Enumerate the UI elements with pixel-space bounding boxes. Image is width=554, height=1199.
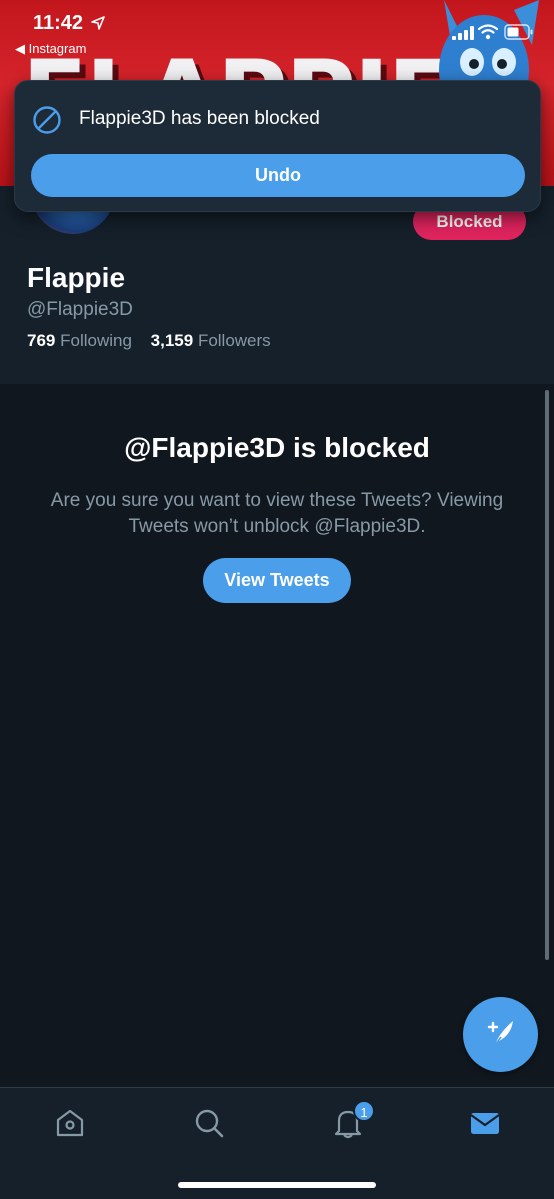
status-time: 11:42 xyxy=(33,12,84,34)
block-icon xyxy=(33,106,61,134)
tab-search[interactable] xyxy=(192,1106,226,1140)
home-icon xyxy=(56,1109,84,1137)
following-stat[interactable]: 769 Following xyxy=(27,331,132,350)
view-tweets-button[interactable]: View Tweets xyxy=(203,558,351,603)
profile-header: Blocked Flappie @Flappie3D 769 Following… xyxy=(0,146,554,384)
search-icon xyxy=(195,1109,224,1138)
compose-tweet-button[interactable] xyxy=(463,997,538,1072)
wifi-icon xyxy=(478,24,498,40)
followers-label: Followers xyxy=(197,331,271,350)
compose-tweet-icon xyxy=(487,1021,513,1046)
battery-icon xyxy=(504,24,533,40)
tab-messages[interactable] xyxy=(468,1106,502,1140)
home-indicator xyxy=(178,1182,376,1188)
status-bar: 11:42 ◀ Instagram xyxy=(0,0,554,60)
profile-stats: 769 Following 3,159 Followers xyxy=(27,331,285,351)
blocked-notice: @Flappie3D is blocked Are you sure you w… xyxy=(0,384,554,1087)
toast-message: Flappie3D has been blocked xyxy=(79,108,320,129)
following-count: 769 xyxy=(27,331,56,350)
followers-stat[interactable]: 3,159 Followers xyxy=(151,331,271,350)
location-arrow-icon xyxy=(91,16,105,30)
followers-count: 3,159 xyxy=(150,331,194,350)
scrollbar[interactable] xyxy=(545,390,549,960)
tab-home[interactable] xyxy=(53,1106,87,1140)
undo-button[interactable]: Undo xyxy=(31,154,525,197)
signal-icon xyxy=(452,26,474,40)
bottom-tab-bar: 1 xyxy=(0,1087,554,1199)
notifications-badge: 1 xyxy=(353,1100,375,1122)
following-label: Following xyxy=(60,331,132,350)
mail-icon xyxy=(470,1113,500,1134)
back-to-app-link[interactable]: ◀ Instagram xyxy=(15,41,86,57)
profile-display-name: Flappie xyxy=(27,262,126,293)
blocked-toast: Flappie3D has been blocked Undo xyxy=(14,80,541,212)
blocked-description: Are you sure you want to view these Twee… xyxy=(50,490,504,537)
profile-handle: @Flappie3D xyxy=(27,299,133,320)
blocked-title: @Flappie3D is blocked xyxy=(124,432,430,463)
